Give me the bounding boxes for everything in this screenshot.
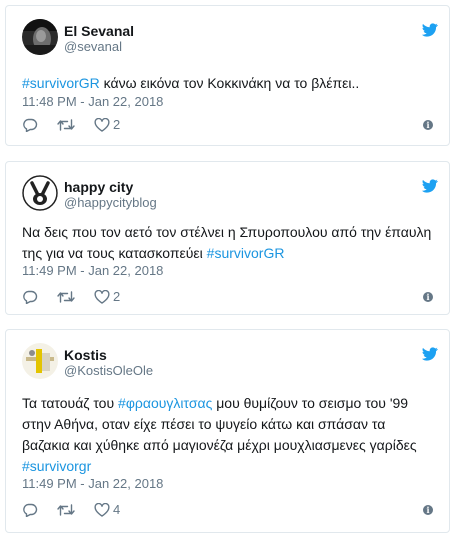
tweet-card[interactable]: happy city @happycityblog Να δεις που το…	[5, 161, 450, 315]
tweet-card[interactable]: Kostis @KostisOleOle Τα τατουάζ του #φρα…	[5, 329, 450, 533]
twitter-bird-icon[interactable]	[421, 347, 438, 361]
reply-button[interactable]	[22, 290, 38, 304]
retweet-icon	[57, 504, 75, 516]
timestamp[interactable]: 11:49 PM - Jan 22, 2018	[22, 476, 163, 492]
twitter-bird-icon[interactable]	[421, 179, 438, 193]
avatar[interactable]	[22, 343, 58, 379]
info-icon[interactable]: i	[423, 292, 433, 302]
user-handle[interactable]: @happycityblog	[64, 195, 157, 211]
tweet-actions: 2	[22, 116, 139, 134]
tweet-text-segment: Τα τατουάζ του	[22, 395, 119, 411]
retweet-icon	[57, 291, 75, 303]
hashtag-link[interactable]: #survivorgr	[22, 458, 91, 474]
like-count: 2	[113, 117, 121, 132]
heart-icon	[94, 118, 110, 132]
retweet-icon	[57, 119, 75, 131]
like-button[interactable]: 4	[94, 502, 120, 518]
reply-button[interactable]	[22, 118, 38, 132]
display-name[interactable]: Kostis	[64, 346, 107, 364]
avatar[interactable]	[22, 175, 58, 211]
heart-icon	[94, 290, 110, 304]
timestamp[interactable]: 11:48 PM - Jan 22, 2018	[22, 94, 163, 110]
user-handle[interactable]: @sevanal	[64, 39, 122, 55]
heart-icon	[94, 503, 110, 517]
timestamp[interactable]: 11:49 PM - Jan 22, 2018	[22, 263, 163, 279]
reply-button[interactable]	[22, 503, 38, 517]
hashtag-link[interactable]: #survivorGR	[22, 75, 100, 91]
info-icon[interactable]: i	[423, 505, 433, 515]
display-name[interactable]: El Sevanal	[64, 22, 134, 40]
tweet-text: Να δεις που τον αετό τον στέλνει η Σπυρο…	[22, 222, 435, 264]
retweet-button[interactable]	[57, 290, 75, 304]
twitter-bird-icon[interactable]	[421, 23, 438, 37]
like-button[interactable]: 2	[94, 289, 120, 305]
info-icon[interactable]: i	[423, 120, 433, 130]
like-count: 2	[113, 289, 121, 304]
display-name[interactable]: happy city	[64, 178, 133, 196]
reply-icon	[23, 290, 38, 304]
tweet-text: Τα τατουάζ του #φραουγλιτσας μου θυμίζου…	[22, 393, 435, 477]
hashtag-link[interactable]: #φραουγλιτσας	[118, 395, 212, 411]
retweet-button[interactable]	[57, 503, 75, 517]
tweet-actions: 2	[22, 288, 139, 306]
avatar[interactable]	[22, 19, 58, 55]
retweet-button[interactable]	[57, 118, 75, 132]
like-button[interactable]: 2	[94, 117, 120, 133]
tweet-text-segment: κάνω εικόνα τον Κοκκινάκη να το βλέπει..	[99, 75, 360, 91]
reply-icon	[23, 118, 38, 132]
user-handle[interactable]: @KostisOleOle	[64, 363, 153, 379]
like-count: 4	[113, 502, 121, 517]
tweet-actions: 4	[22, 501, 139, 519]
reply-icon	[23, 503, 38, 517]
tweet-text: #survivorGR κάνω εικόνα τον Κοκκινάκη να…	[22, 73, 435, 94]
tweet-card[interactable]: El Sevanal @sevanal #survivorGR κάνω εικ…	[5, 5, 450, 146]
hashtag-link[interactable]: #survivorGR	[207, 245, 285, 261]
